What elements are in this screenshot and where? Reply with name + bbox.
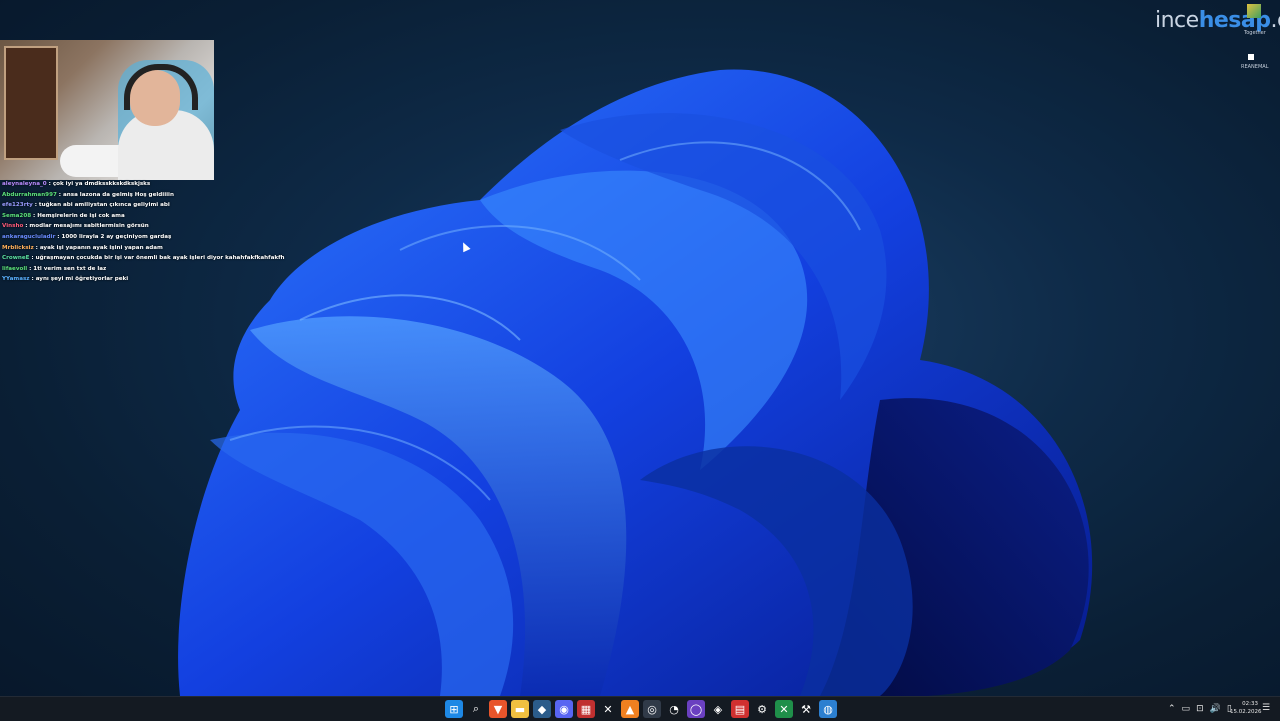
vlc-icon[interactable]: ▲	[621, 700, 639, 718]
chat-text: : 1tl verim sen txt de laz	[27, 265, 107, 272]
notification-icon[interactable]: ☰	[1262, 703, 1270, 713]
chat-message: Abdurrahman997 : ansa lazona da gelmiş H…	[2, 190, 302, 201]
stream-chat: aleynaleyna_0 : çok iyi ya dmdksskkskdks…	[2, 179, 302, 285]
chat-username[interactable]: aleynaleyna_0	[2, 181, 47, 187]
clock-time: 02:33	[1242, 701, 1258, 707]
tray-network-icon[interactable]: ⊡	[1196, 704, 1204, 714]
chat-username[interactable]: lifaevoll	[2, 266, 27, 272]
ticket-icon[interactable]: ◈	[709, 700, 727, 718]
discord-icon[interactable]: ◉	[555, 700, 573, 718]
chat-username[interactable]: Vinsho	[2, 223, 23, 229]
chat-text: : çok iyi ya dmdksskkskdkskjsks	[46, 181, 151, 187]
chat-text: : modlar mesajımı sabitlermisin görsün	[23, 223, 149, 230]
settings-icon[interactable]: ⚙	[753, 700, 771, 718]
reanemal-icon	[1248, 54, 1254, 60]
chat-message: efe123rty : tuğkan abi amiliystan çıkınc…	[2, 200, 302, 211]
pdf-icon[interactable]: ▤	[731, 700, 749, 718]
chat-username[interactable]: Sema208	[2, 213, 31, 219]
chat-message: aleynaleyna_0 : çok iyi ya dmdksskkskdks…	[2, 179, 302, 190]
gauge-icon[interactable]: ◔	[665, 700, 683, 718]
webcam-overlay	[0, 40, 214, 180]
search-icon[interactable]: ⌕	[467, 700, 485, 718]
clock-date: 15.02.2026	[1230, 709, 1262, 715]
chat-text: : 1000 liraylа 2 ay geçiniyom gardaş	[55, 233, 172, 240]
logo-part1: ince	[1155, 8, 1199, 33]
tool-icon[interactable]: ⚒	[797, 700, 815, 718]
browser-icon[interactable]: ◍	[819, 700, 837, 718]
chat-message: YYamasz : aynı şeyi mi öğretiyorlar peki	[2, 274, 302, 285]
chat-username[interactable]: efe123rty	[2, 202, 33, 208]
tray-overflow-icon[interactable]: ⌃	[1168, 704, 1176, 714]
chat-message: Mrblicksiz : ayak işi yapanın ayak işini…	[2, 243, 302, 254]
chat-text: : tuğkan abi amiliystan çıkınca geliyimi…	[32, 202, 170, 209]
chat-message: Sema208 : Hemşirelerin de işi cok ama	[2, 211, 302, 222]
taskbar: ⊞ ⌕ ▼ ▬ ◆ ◉ ▦ ✕ ▲ ◎ ◔ ◯ ◈ ▤ ⚙ ✕ ⚒ ◍ ⌃ ▭ ⊡ 🔊 ▯ 02:33 15.02.202…	[0, 696, 1280, 721]
chat-username[interactable]: ankaragucluladir	[2, 234, 55, 240]
tray-volume-icon[interactable]: 🔊	[1210, 704, 1221, 714]
file-explorer-icon[interactable]: ▬	[511, 700, 529, 718]
steam-icon[interactable]: ◆	[533, 700, 551, 718]
x-app-icon[interactable]: ✕	[599, 700, 617, 718]
chat-text: : Hemşirelerin de işi cok ama	[31, 212, 125, 219]
webcam-shelf	[4, 46, 58, 160]
taskbar-clock[interactable]: 02:33 15.02.2026	[1230, 700, 1262, 716]
chat-username[interactable]: CrowneE	[2, 255, 29, 261]
chat-username[interactable]: YYamasz	[2, 276, 30, 282]
brave-icon[interactable]: ▼	[489, 700, 507, 718]
chat-text: : ansa lazona da gelmiş Hoş geldiiiin	[56, 191, 174, 198]
chat-text: : uğraşmayan çocukda bir işi var önemli …	[29, 255, 285, 262]
chat-message: lifaevoll : 1tl verim sen txt de laz	[2, 264, 302, 275]
chat-username[interactable]: Mrblicksiz	[2, 245, 34, 251]
streamdeck-icon[interactable]: ◎	[643, 700, 661, 718]
tray-monitor-icon[interactable]: ▭	[1182, 704, 1191, 714]
chat-text: : ayak işi yapanın ayak işini yapan adam	[33, 244, 163, 251]
taskbar-apps: ⊞ ⌕ ▼ ▬ ◆ ◉ ▦ ✕ ▲ ◎ ◔ ◯ ◈ ▤ ⚙ ✕ ⚒ ◍	[445, 700, 837, 718]
system-tray: ⌃ ▭ ⊡ 🔊 ▯	[1168, 700, 1232, 718]
excel-icon[interactable]: ✕	[775, 700, 793, 718]
chat-message: CrowneE : uğraşmayan çocukda bir işi var…	[2, 253, 302, 264]
reanemal-label: REANEMAL	[1241, 64, 1269, 70]
chat-message: Vinsho : modlar mesajımı sabitlermisin g…	[2, 221, 302, 232]
together-label: Together	[1244, 30, 1266, 36]
start-icon[interactable]: ⊞	[445, 700, 463, 718]
chat-message: ankaragucluladir : 1000 liraylа 2 ay geç…	[2, 232, 302, 243]
obs-icon[interactable]: ◯	[687, 700, 705, 718]
chat-username[interactable]: Abdurrahman997	[2, 192, 57, 198]
together-icon	[1247, 4, 1261, 18]
chat-text: : aynı şeyi mi öğretiyorlar peki	[29, 276, 129, 283]
calendar-icon[interactable]: ▦	[577, 700, 595, 718]
logo-part3: .com	[1270, 8, 1280, 33]
